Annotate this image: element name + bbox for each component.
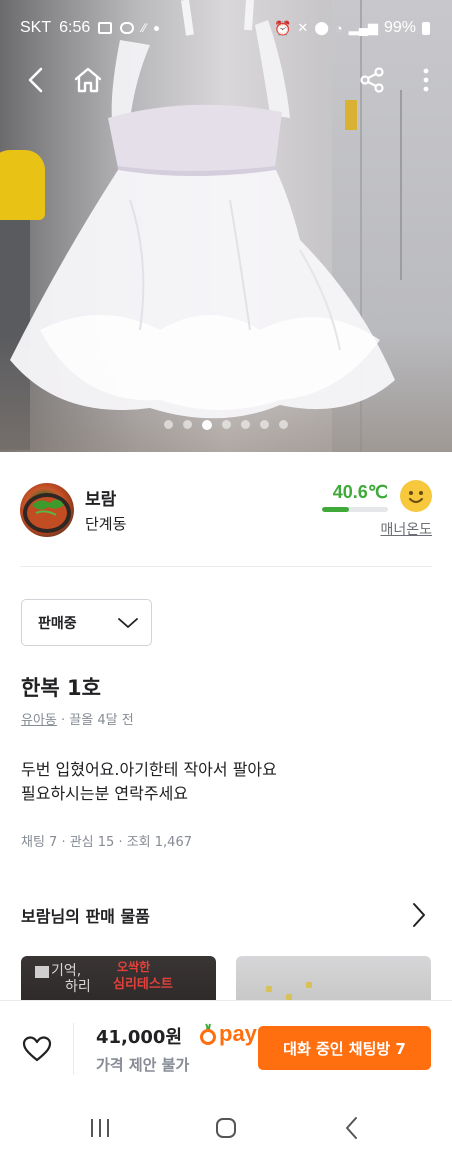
product-detail-screen: SKT 6:56 ⁄⁄ ⏰ ✕ ⬤ ◔ ▂▄▆ 99% 보람 단계동 40.6℃…: [0, 0, 452, 1158]
like-button[interactable]: [22, 1035, 52, 1067]
description-line: 두번 입혔어요.아기한테 작아서 팔아요: [21, 760, 277, 779]
manner-temperature-bar: [322, 507, 388, 512]
sale-status-dropdown[interactable]: 판매중: [21, 599, 152, 646]
more-notifications-icon: [154, 25, 160, 31]
post-time: · 끌올 4달 전: [61, 713, 134, 728]
seller-profile[interactable]: 보람 단계동 40.6℃ 매너온도: [20, 480, 432, 540]
bottom-action-bar: 41,000원 pay 가격 제안 불가 대화 중인 채팅방 7: [0, 1000, 452, 1098]
post-title: 한복 1호: [21, 676, 101, 700]
battery-label: 99%: [383, 19, 416, 36]
post-stats: 채팅 7 · 관심 15 · 조회 1,467: [21, 835, 192, 850]
manner-temperature: 40.6℃: [332, 482, 388, 502]
recent-apps-icon: [91, 1119, 109, 1137]
signal-notification-icon: ⁄⁄: [142, 21, 147, 35]
page-dot[interactable]: [279, 420, 288, 429]
product-photo[interactable]: SKT 6:56 ⁄⁄ ⏰ ✕ ⬤ ◔ ▂▄▆ 99%: [0, 0, 452, 452]
more-menu-button[interactable]: [406, 60, 446, 100]
karrot-pay-badge: pay: [199, 1021, 257, 1047]
chevron-right-icon: [413, 903, 425, 927]
system-back-icon: [346, 1117, 357, 1139]
heart-icon: [22, 1036, 52, 1062]
manner-temperature-fill: [322, 507, 349, 512]
sale-status-value: 판매중: [38, 615, 77, 632]
description-line: 필요하시는분 연락주세요: [21, 784, 189, 803]
price-negotiation-status: 가격 제안 불가: [96, 1056, 190, 1074]
page-dot[interactable]: [164, 420, 173, 429]
pay-label: pay: [219, 1021, 257, 1046]
price: 41,000원: [96, 1027, 183, 1048]
system-home-button[interactable]: [206, 1114, 246, 1142]
seller-name: 보람: [85, 490, 117, 510]
chevron-down-icon: [118, 618, 138, 628]
manner-temperature-link[interactable]: 매너온도: [380, 519, 432, 539]
seller-items-more-button[interactable]: [412, 902, 426, 932]
clock-label: 6:56: [59, 19, 91, 36]
page-dot[interactable]: [222, 420, 231, 429]
home-button[interactable]: [68, 60, 108, 100]
category-link[interactable]: 유아동: [21, 713, 57, 728]
smiling-face-icon: [400, 480, 432, 512]
page-dot[interactable]: [241, 420, 250, 429]
share-icon: [360, 67, 384, 93]
top-navigation: [0, 60, 452, 100]
post-description: 두번 입혔어요.아기한테 작아서 팔아요 필요하시는분 연락주세요: [21, 758, 277, 806]
carrot-pay-icon: [200, 1023, 216, 1045]
page-dot[interactable]: [260, 420, 269, 429]
signal-icon: ▂▄▆: [348, 20, 378, 35]
home-square-icon: [216, 1118, 236, 1138]
seller-location: 단계동: [85, 515, 127, 533]
divider: [73, 1023, 74, 1075]
carrier-label: SKT: [20, 19, 52, 36]
back-button[interactable]: [16, 60, 56, 100]
recent-apps-button[interactable]: [80, 1114, 120, 1142]
page-dot[interactable]: [183, 420, 192, 429]
post-meta: 유아동 · 끌올 4달 전: [21, 709, 134, 728]
share-button[interactable]: [352, 60, 392, 100]
gallery-notification-icon: [98, 22, 113, 34]
divider: [20, 566, 432, 567]
card-text: 하리: [65, 979, 91, 995]
home-icon: [74, 67, 102, 93]
photo-page-indicator: [0, 420, 452, 430]
back-arrow-icon: [28, 67, 43, 93]
page-dot-active[interactable]: [202, 420, 212, 430]
mute-icon: ✕: [297, 20, 309, 35]
alarm-icon: ⏰: [273, 19, 292, 36]
card-text: 심리테스트: [113, 977, 173, 992]
system-navigation-bar: [0, 1098, 452, 1158]
wifi-icon: ◔: [334, 20, 343, 36]
system-back-button[interactable]: [332, 1114, 372, 1142]
active-chats-button[interactable]: 대화 중인 채팅방 7: [258, 1026, 431, 1070]
seller-items-title[interactable]: 보람님의 판매 물품: [21, 903, 150, 927]
location-icon: ⬤: [314, 20, 329, 35]
status-bar: SKT 6:56 ⁄⁄ ⏰ ✕ ⬤ ◔ ▂▄▆ 99%: [0, 0, 452, 56]
avatar[interactable]: [20, 483, 74, 537]
battery-icon: [422, 21, 430, 35]
more-vertical-icon: [423, 68, 429, 92]
talk-notification-icon: [120, 22, 135, 34]
